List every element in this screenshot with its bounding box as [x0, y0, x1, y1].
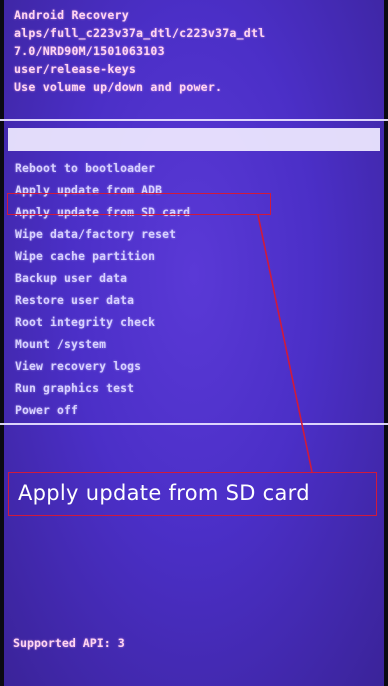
menu-item-view-recovery-logs[interactable]: View recovery logs — [15, 355, 375, 377]
menu-selection-highlight[interactable] — [8, 128, 380, 151]
supported-api-text: Supported API: 3 — [13, 636, 125, 650]
menu-item-wipe-data[interactable]: Wipe data/factory reset — [15, 223, 375, 245]
menu-item-power-off[interactable]: Power off — [15, 399, 375, 421]
menu-item-mount-system[interactable]: Mount /system — [15, 333, 375, 355]
menu-item-root-integrity-check[interactable]: Root integrity check — [15, 311, 375, 333]
header-title: Android Recovery — [14, 8, 129, 22]
right-bezel — [384, 0, 388, 686]
header-build-product: alps/full_c223v37a_dtl/c223v37a_dtl — [14, 26, 266, 40]
menu-item-run-graphics-test[interactable]: Run graphics test — [15, 377, 375, 399]
recovery-screen: Android Recovery alps/full_c223v37a_dtl/… — [0, 0, 388, 686]
bottom-separator — [0, 423, 388, 425]
menu-item-wipe-cache[interactable]: Wipe cache partition — [15, 245, 375, 267]
left-bezel — [0, 0, 4, 686]
header-build-keys: user/release-keys — [14, 62, 137, 76]
menu-item-restore-user-data[interactable]: Restore user data — [15, 289, 375, 311]
annotation-highlight-box — [7, 193, 271, 215]
recovery-header: Android Recovery alps/full_c223v37a_dtl/… — [14, 6, 379, 96]
header-build-version: 7.0/NRD90M/1501063103 — [14, 44, 165, 58]
menu-item-backup-user-data[interactable]: Backup user data — [15, 267, 375, 289]
menu-item-reboot-bootloader[interactable]: Reboot to bootloader — [15, 157, 375, 179]
annotation-label: Apply update from SD card — [8, 472, 377, 516]
header-instructions: Use volume up/down and power. — [14, 80, 223, 94]
top-separator — [0, 119, 388, 121]
